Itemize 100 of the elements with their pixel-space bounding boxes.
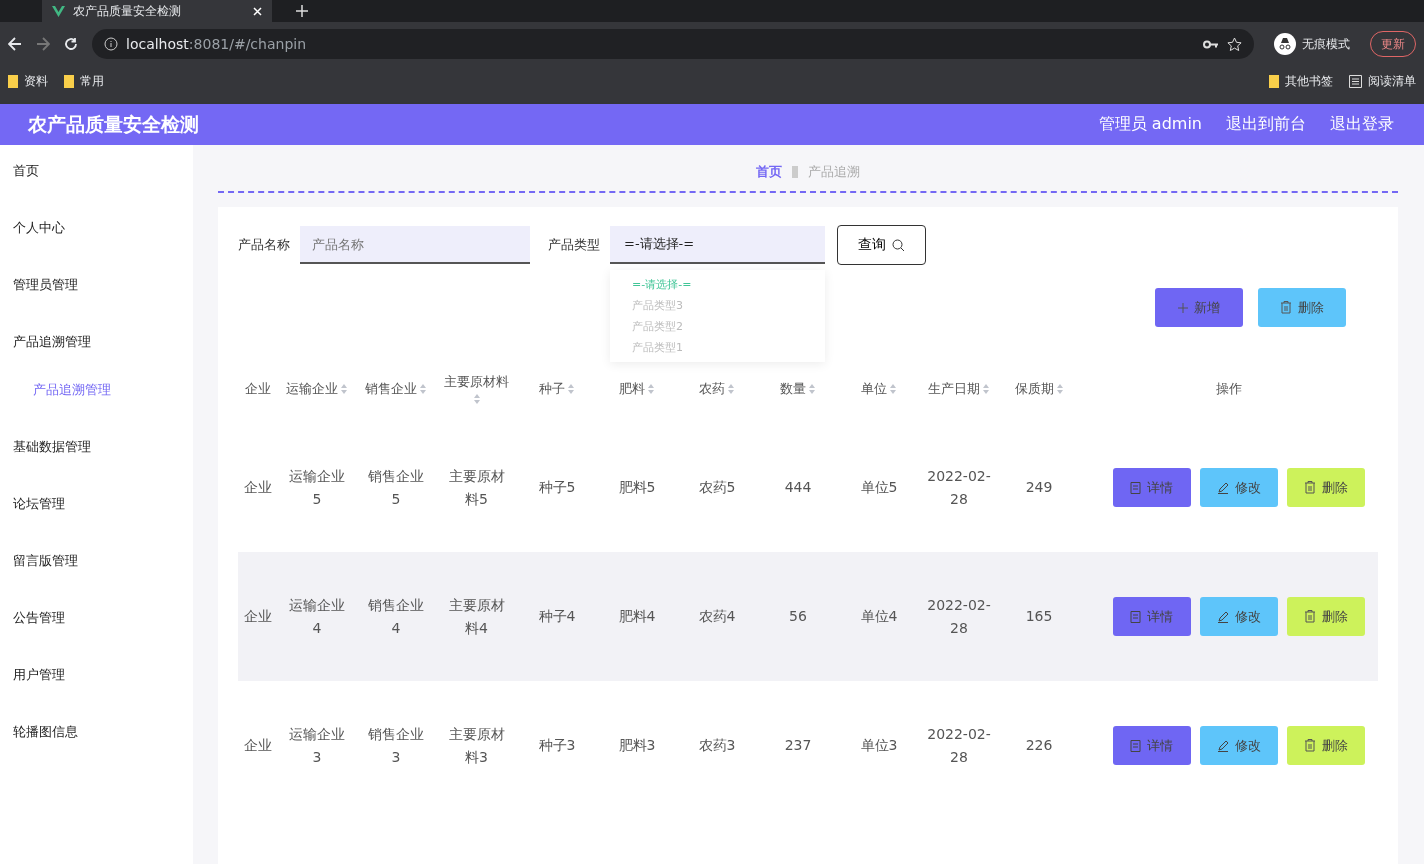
- trash-icon: [1303, 481, 1316, 494]
- table-cell-text: 企业: [243, 607, 273, 626]
- star-icon[interactable]: [1227, 36, 1242, 52]
- table-cell-text: 肥料4: [617, 607, 657, 626]
- table-cell-text: 2022-02-28: [926, 724, 992, 767]
- close-icon[interactable]: [253, 6, 262, 16]
- table-cell-text: 226: [1024, 736, 1054, 755]
- sort-icon[interactable]: [727, 383, 735, 395]
- delete-button[interactable]: 删除: [1258, 288, 1346, 327]
- column-title: 生产日期: [928, 380, 980, 398]
- field-label: 产品名称: [238, 236, 290, 254]
- table-cell-text: 主要原材料5: [447, 466, 506, 509]
- delete-button[interactable]: 删除: [1286, 597, 1365, 636]
- bookmark[interactable]: 其他书签: [1269, 73, 1333, 90]
- table-cell-text: 单位3: [859, 736, 899, 755]
- type-select[interactable]: =-请选择-=: [610, 226, 825, 264]
- sidebar-item[interactable]: 管理员管理: [0, 277, 193, 334]
- reload-icon[interactable]: [64, 37, 78, 51]
- folder-icon: [64, 75, 74, 88]
- tab-title: 农产品质量安全检测: [73, 2, 182, 20]
- url-host: localhost: [126, 36, 189, 52]
- bookmark[interactable]: 资料: [8, 73, 48, 90]
- edit-button[interactable]: 修改: [1199, 726, 1278, 765]
- sort-icon[interactable]: [1055, 383, 1064, 395]
- update-button[interactable]: 更新: [1370, 31, 1416, 57]
- sort-icon[interactable]: [808, 383, 816, 395]
- trash-icon: [1280, 301, 1292, 314]
- sidebar-item[interactable]: 留言版管理: [0, 553, 193, 610]
- sort-icon[interactable]: [982, 383, 990, 395]
- table-cell-text: 销售企业3: [367, 724, 425, 767]
- header-link[interactable]: 退出到前台: [1226, 114, 1306, 135]
- table-cell-text: 销售企业4: [367, 595, 425, 638]
- table-cell-text: 肥料3: [617, 736, 657, 755]
- breadcrumb-item[interactable]: 首页: [756, 163, 782, 181]
- key-icon[interactable]: [1203, 39, 1219, 49]
- sidebar-item[interactable]: 公告管理: [0, 610, 193, 667]
- table-cell-text: 运输企业4: [288, 595, 346, 638]
- bookmark[interactable]: 常用: [64, 73, 104, 90]
- sort-icon[interactable]: [889, 383, 897, 395]
- column-title: 单位: [861, 380, 887, 398]
- delete-button[interactable]: 删除: [1286, 468, 1365, 507]
- sidebar-item[interactable]: 论坛管理: [0, 496, 193, 553]
- document-icon: [1130, 610, 1141, 623]
- column-title: 保质期: [1014, 380, 1054, 398]
- new-tab-icon[interactable]: [296, 5, 308, 17]
- table-cell-text: 种子3: [537, 736, 577, 755]
- back-icon[interactable]: [8, 37, 22, 51]
- document-icon: [1130, 739, 1141, 752]
- address-bar[interactable]: localhost:8081/#/chanpin: [92, 29, 1254, 59]
- trash-icon: [1303, 610, 1316, 623]
- table-cell-text: 农药5: [697, 478, 737, 497]
- sidebar-item[interactable]: 用户管理: [0, 667, 193, 724]
- folder-icon: [1269, 75, 1279, 88]
- column-title: 农药: [699, 380, 725, 398]
- bookmark[interactable]: 阅读清单: [1349, 73, 1416, 90]
- table-cell-text: 运输企业5: [288, 466, 346, 509]
- browser-tab[interactable]: 农产品质量安全检测: [42, 0, 272, 22]
- reading-list-icon: [1349, 75, 1362, 88]
- search-icon: [892, 238, 905, 252]
- table-cell-text: 主要原材料4: [447, 595, 506, 638]
- folder-icon: [8, 75, 18, 88]
- pencil-icon: [1216, 610, 1229, 623]
- column-title: 销售企业: [365, 380, 417, 398]
- sort-icon[interactable]: [419, 383, 427, 395]
- trash-icon: [1303, 739, 1316, 752]
- sidebar-item[interactable]: 首页: [0, 163, 193, 220]
- app-title: 农产品质量安全检测: [28, 111, 200, 137]
- delete-button[interactable]: 删除: [1286, 726, 1365, 765]
- table-cell-text: 种子5: [537, 478, 577, 497]
- sidebar-item[interactable]: 个人中心: [0, 220, 193, 277]
- column-title: 种子: [539, 380, 565, 398]
- table-cell-text: 农药3: [697, 736, 737, 755]
- table-cell-text: 企业: [243, 478, 273, 497]
- sort-icon[interactable]: [567, 383, 575, 395]
- incognito-icon: [1274, 33, 1296, 55]
- product-name-field[interactable]: 产品名称: [300, 226, 530, 264]
- table-cell-text: 主要原材料3: [447, 724, 506, 767]
- table-cell-text: 农药4: [697, 607, 737, 626]
- table-cell-text: 运输企业3: [288, 724, 346, 767]
- sidebar-item[interactable]: 产品追溯管理: [0, 334, 193, 378]
- sidebar-subitem[interactable]: 产品追溯管理: [0, 382, 193, 439]
- table-cell-text: 2022-02-28: [926, 466, 992, 509]
- table-cell-text: 249: [1024, 478, 1054, 497]
- sidebar-item[interactable]: 轮播图信息: [0, 724, 193, 781]
- sort-icon[interactable]: [340, 383, 348, 395]
- document-icon: [1130, 481, 1141, 494]
- column-title: 操作: [1215, 380, 1242, 398]
- sort-icon[interactable]: [472, 393, 481, 405]
- edit-button[interactable]: 修改: [1199, 597, 1278, 636]
- query-button[interactable]: 查询: [837, 225, 926, 265]
- forward-icon[interactable]: [36, 37, 50, 51]
- sidebar-item[interactable]: 基础数据管理: [0, 439, 193, 496]
- table-cell-text: 种子4: [537, 607, 577, 626]
- table-cell-text: 165: [1024, 607, 1054, 626]
- sort-icon[interactable]: [647, 383, 655, 395]
- incognito-label: 无痕模式: [1302, 35, 1350, 53]
- header-link[interactable]: 退出登录: [1330, 114, 1394, 135]
- field-label: 产品类型: [548, 236, 600, 254]
- edit-button[interactable]: 修改: [1199, 468, 1278, 507]
- column-title: 数量: [780, 380, 806, 398]
